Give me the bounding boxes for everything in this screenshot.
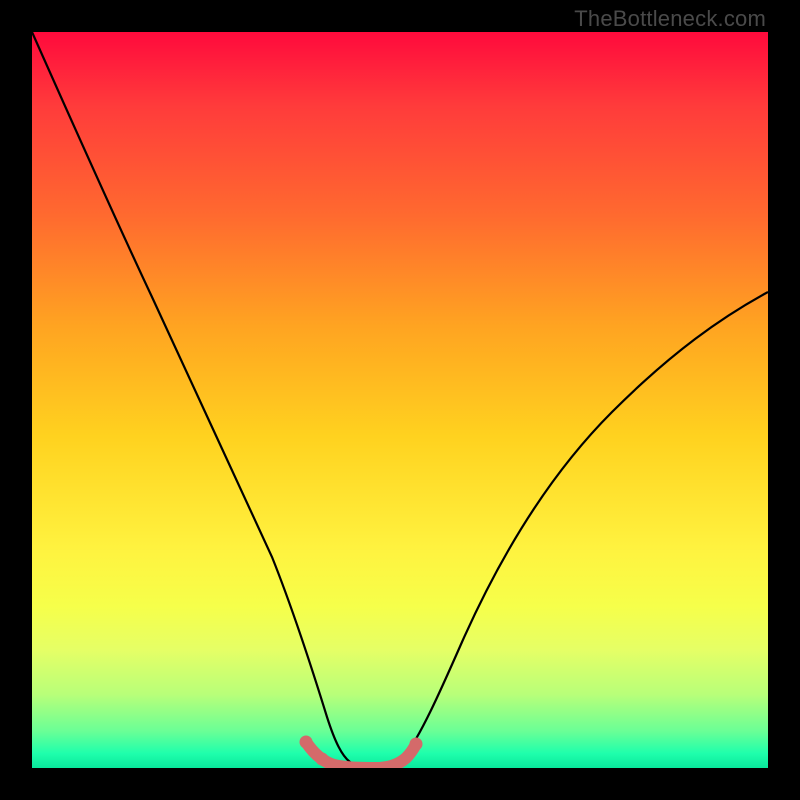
plot-area [32, 32, 768, 768]
chart-frame: TheBottleneck.com [0, 0, 800, 800]
low-overlay-dot [410, 738, 423, 751]
bottleneck-curve [32, 32, 768, 768]
low-overlay-dot [300, 736, 313, 749]
watermark-text: TheBottleneck.com [574, 6, 766, 32]
curve-layer [32, 32, 768, 768]
low-overlay-dot [316, 753, 329, 766]
